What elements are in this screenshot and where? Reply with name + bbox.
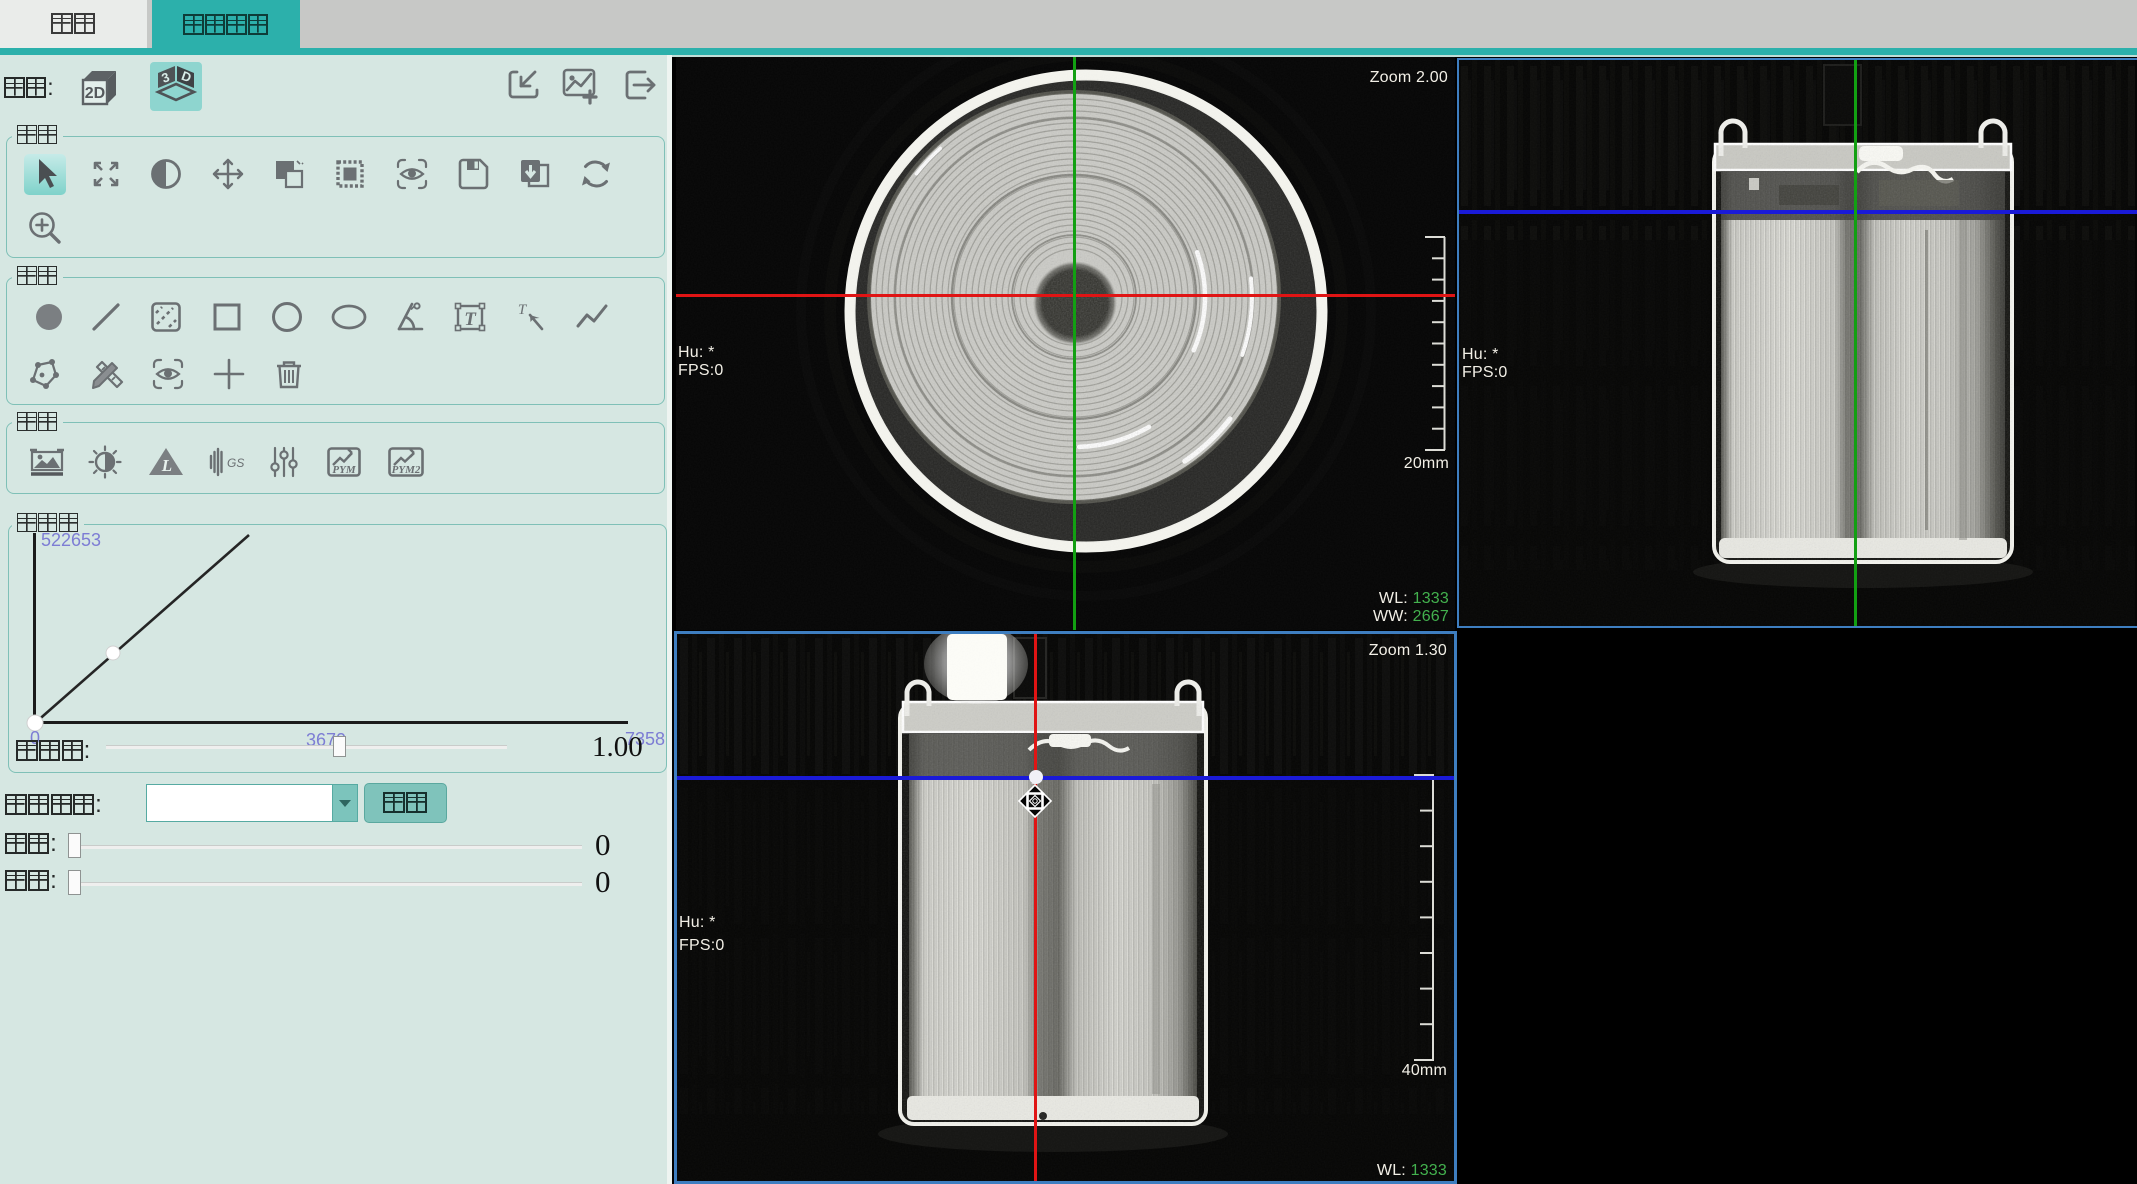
svg-text:PYM2: PYM2 (392, 464, 421, 476)
svg-text:GS: GS (227, 456, 244, 470)
svg-text:L: L (161, 456, 172, 475)
svg-text:T: T (464, 309, 477, 330)
svg-text:T: T (518, 302, 528, 318)
svg-text:2D: 2D (85, 85, 105, 102)
svg-text:PYM: PYM (332, 464, 356, 476)
